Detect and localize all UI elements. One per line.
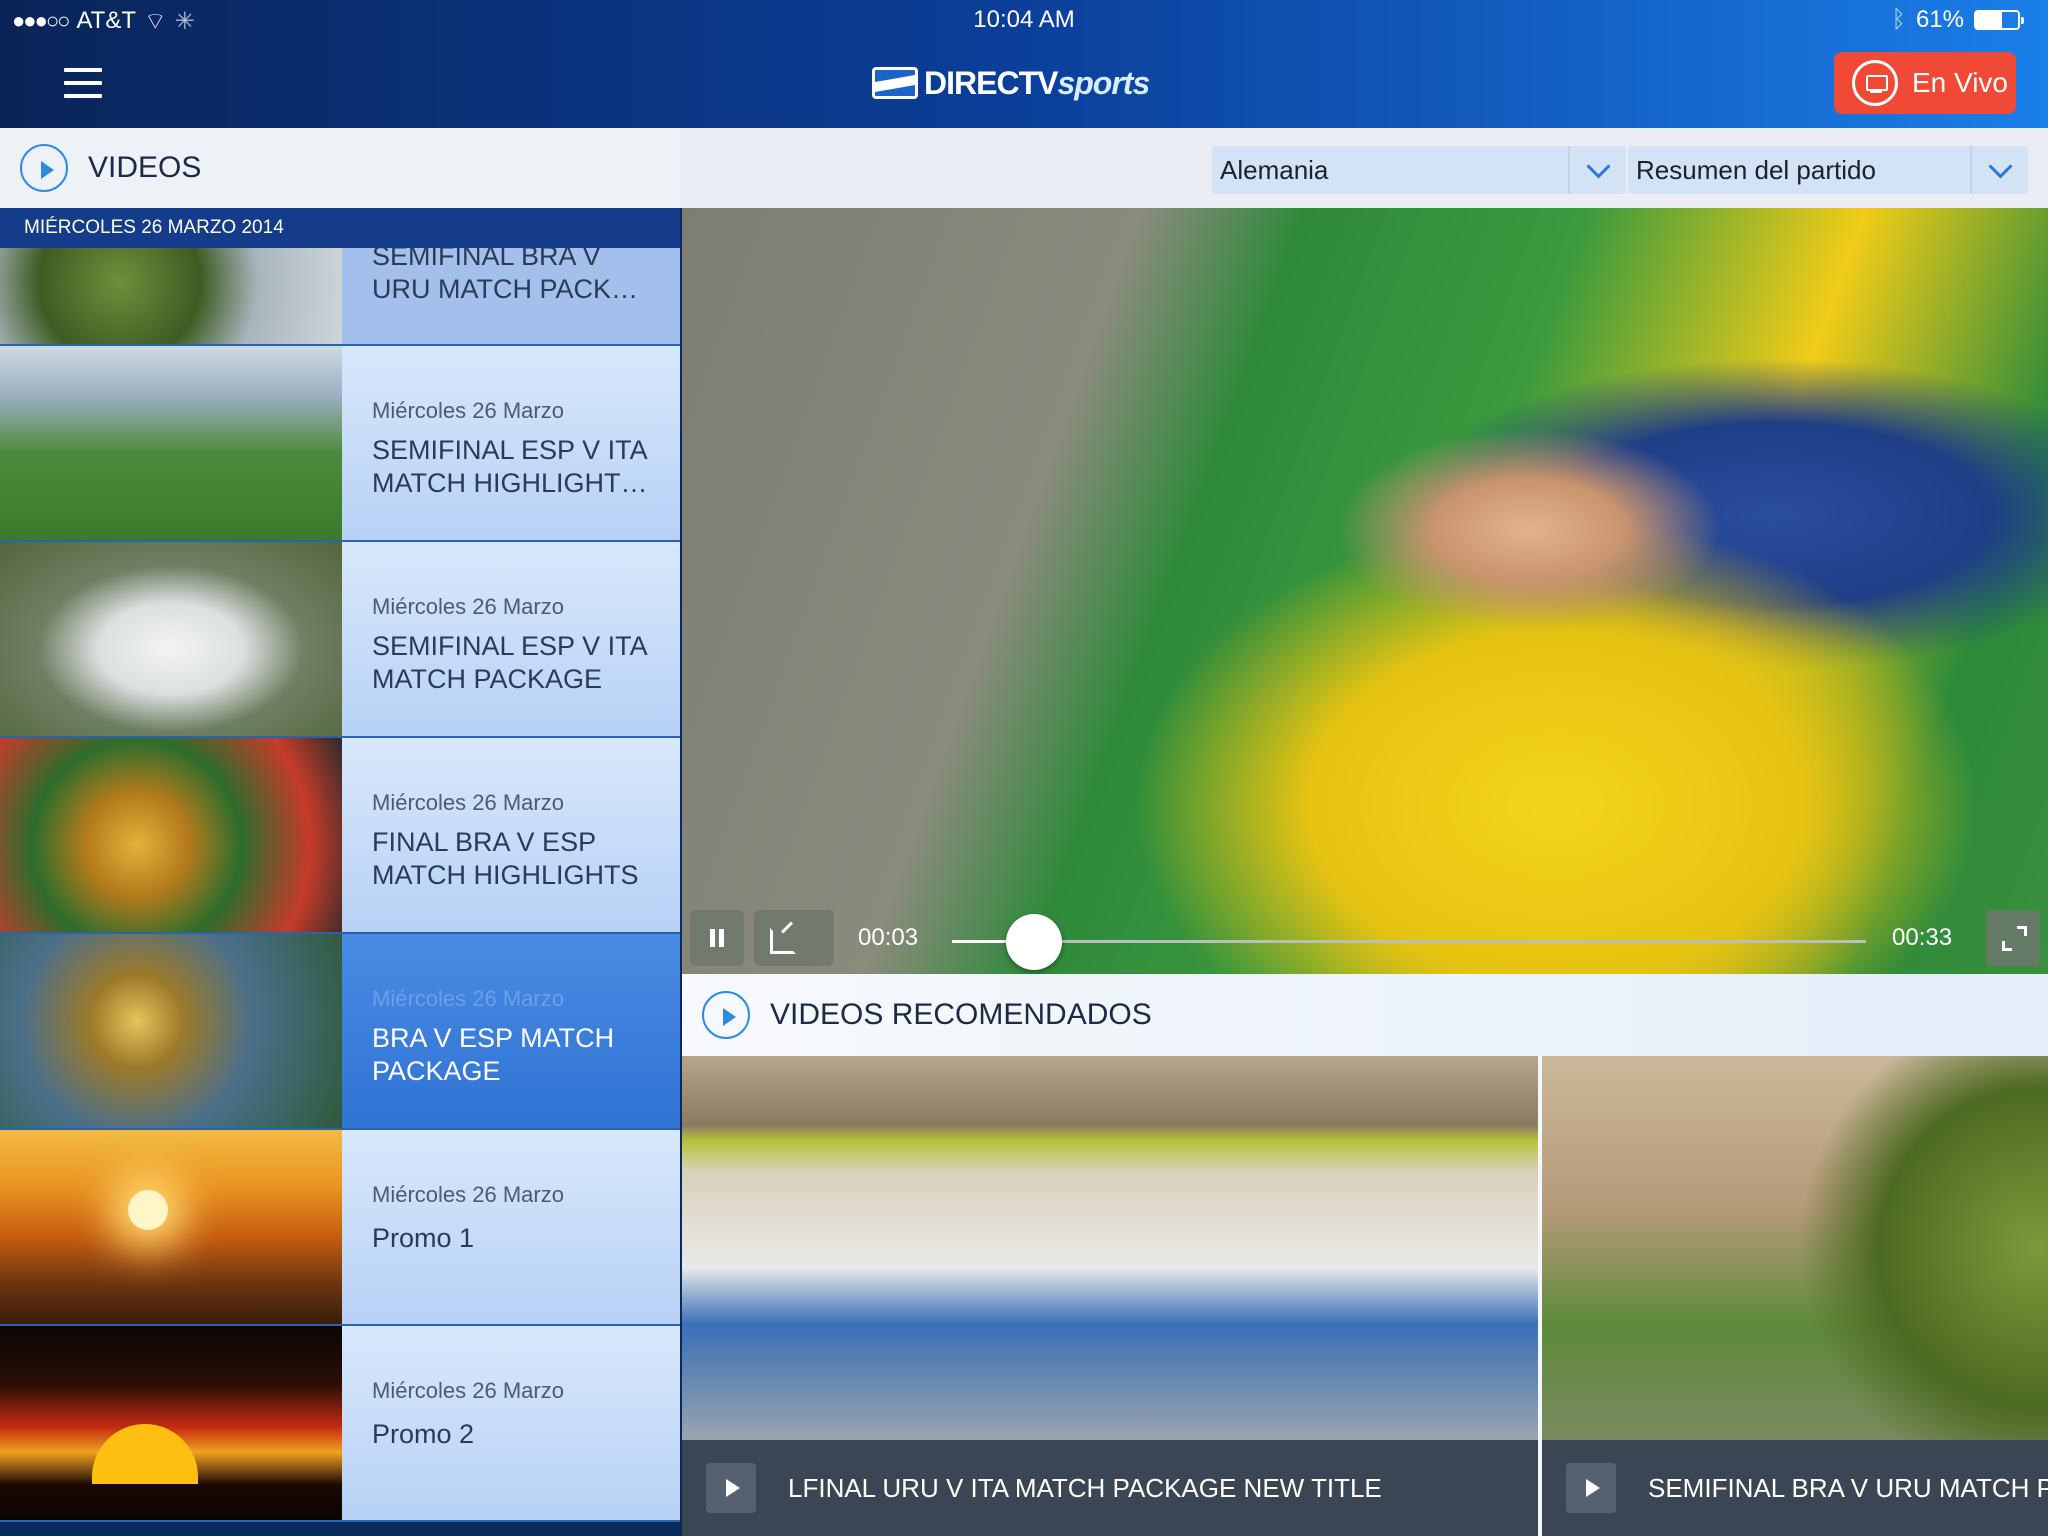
video-thumbnail bbox=[0, 542, 342, 736]
logo-text: DIRECTVsports bbox=[924, 64, 1150, 102]
play-circle-icon bbox=[20, 144, 68, 192]
bluetooth-icon: ᛒ bbox=[1891, 6, 1906, 33]
recommended-card[interactable]: LFINAL URU V ITA MATCH PACKAGE NEW TITLE bbox=[682, 1056, 1538, 1536]
sidebar-title: VIDEOS bbox=[88, 151, 202, 184]
list-item[interactable]: Miércoles 26 Marzo SEMIFINAL ESP V ITA M… bbox=[0, 346, 680, 542]
list-item-title: SEMIFINAL BRA V URU MATCH PACK… bbox=[372, 241, 639, 304]
tv-icon bbox=[1852, 60, 1898, 106]
chevron-down-icon bbox=[1970, 146, 2028, 194]
video-thumbnail bbox=[0, 934, 342, 1128]
live-button-label: En Vivo bbox=[1912, 67, 2008, 98]
video-thumbnail bbox=[0, 346, 342, 540]
recommended-header: VIDEOS RECOMENDADOS bbox=[682, 974, 2048, 1056]
current-time: 00:03 bbox=[858, 924, 919, 951]
team-select[interactable]: Alemania bbox=[1212, 146, 1626, 194]
video-thumbnail bbox=[0, 240, 342, 344]
list-item-info: Miércoles 26 Marzo BRA V ESP MATCH PACKA… bbox=[342, 934, 680, 1128]
list-item-info: SEMIFINAL BRA V URU MATCH PACK… bbox=[342, 240, 680, 344]
status-time: 10:04 AM bbox=[973, 6, 1075, 33]
list-item[interactable]: SEMIFINAL BRA V URU MATCH PACK… bbox=[0, 240, 680, 346]
battery-icon bbox=[1974, 10, 2024, 30]
player-controls: 00:03 00:33 bbox=[682, 904, 2048, 974]
list-item-title: BRA V ESP MATCH PACKAGE bbox=[372, 1023, 615, 1086]
seek-slider-handle[interactable] bbox=[1006, 914, 1063, 970]
card-title: SEMIFINAL BRA V URU MATCH PACKAGE bbox=[1648, 1472, 2048, 1503]
card-title: LFINAL URU V ITA MATCH PACKAGE NEW TITLE bbox=[788, 1472, 1382, 1503]
progress-track[interactable] bbox=[952, 940, 1866, 943]
directv-sports-logo: DIRECTVsports bbox=[872, 62, 1150, 104]
play-icon[interactable] bbox=[706, 1463, 756, 1513]
play-circle-icon bbox=[702, 991, 750, 1039]
video-type-select-value: Resumen del partido bbox=[1636, 154, 1876, 185]
logo-main: DIRECTV bbox=[924, 64, 1058, 101]
list-item-date: Miércoles 26 Marzo bbox=[372, 986, 564, 1011]
card-caption: SEMIFINAL BRA V URU MATCH PACKAGE bbox=[1542, 1440, 2048, 1536]
recommended-section: VIDEOS RECOMENDADOS LFINAL URU V ITA MAT… bbox=[682, 974, 2048, 1536]
hamburger-menu-icon[interactable] bbox=[64, 68, 102, 100]
date-header: MIÉRCOLES 26 MARZO 2014 bbox=[0, 208, 680, 248]
duration-time: 00:33 bbox=[1892, 924, 1953, 951]
list-item[interactable]: Miércoles 26 Marzo Promo 2 bbox=[0, 1326, 680, 1522]
fullscreen-button[interactable] bbox=[1986, 910, 2040, 966]
video-type-select[interactable]: Resumen del partido bbox=[1628, 146, 2028, 194]
battery-fill bbox=[1976, 12, 2002, 28]
video-thumbnail bbox=[0, 1130, 342, 1324]
list-item[interactable]: Miércoles 26 Marzo FINAL BRA V ESP MATCH… bbox=[0, 738, 680, 934]
list-item-info: Miércoles 26 Marzo Promo 2 bbox=[342, 1326, 680, 1520]
list-item-date: Miércoles 26 Marzo bbox=[372, 594, 564, 619]
list-item-title: Promo 2 bbox=[372, 1419, 475, 1449]
list-item-title: SEMIFINAL ESP V ITA MATCH HIGHLIGHT… bbox=[372, 435, 648, 498]
list-item-date: Miércoles 26 Marzo bbox=[372, 1182, 564, 1207]
list-item-title: FINAL BRA V ESP MATCH HIGHLIGHTS bbox=[372, 827, 639, 890]
list-item-date: Miércoles 26 Marzo bbox=[372, 1378, 564, 1403]
recommended-card[interactable]: SEMIFINAL BRA V URU MATCH PACKAGE bbox=[1542, 1056, 2048, 1536]
live-button[interactable]: En Vivo bbox=[1834, 52, 2016, 114]
team-select-value: Alemania bbox=[1220, 154, 1329, 185]
list-item-active[interactable]: Miércoles 26 Marzo BRA V ESP MATCH PACKA… bbox=[0, 934, 680, 1130]
video-sidebar: VIDEOS MIÉRCOLES 26 MARZO 2014 SEMIFINAL… bbox=[0, 128, 680, 1536]
list-item[interactable]: Miércoles 26 Marzo SEMIFINAL ESP V ITA M… bbox=[0, 542, 680, 738]
video-player[interactable]: 00:03 00:33 bbox=[682, 208, 2048, 974]
list-item-info: Miércoles 26 Marzo SEMIFINAL ESP V ITA M… bbox=[342, 346, 680, 540]
logo-sports: sports bbox=[1057, 64, 1150, 101]
video-thumbnail bbox=[1542, 1056, 2048, 1440]
video-thumbnail bbox=[0, 738, 342, 932]
video-list[interactable]: SEMIFINAL BRA V URU MATCH PACK… Miércole… bbox=[0, 240, 680, 1522]
list-item-date: Miércoles 26 Marzo bbox=[372, 790, 564, 815]
pause-button[interactable] bbox=[690, 910, 744, 966]
chevron-down-icon bbox=[1568, 146, 1626, 194]
list-item-date: Miércoles 26 Marzo bbox=[372, 398, 564, 423]
play-icon[interactable] bbox=[1566, 1463, 1616, 1513]
recommended-title: VIDEOS RECOMENDADOS bbox=[770, 998, 1152, 1031]
list-item-title: SEMIFINAL ESP V ITA MATCH PACKAGE bbox=[372, 631, 647, 694]
filter-bar: Alemania Resumen del partido bbox=[680, 128, 2048, 208]
recommended-carousel[interactable]: LFINAL URU V ITA MATCH PACKAGE NEW TITLE… bbox=[682, 1056, 2048, 1536]
list-item-info: Miércoles 26 Marzo FINAL BRA V ESP MATCH… bbox=[342, 738, 680, 932]
list-item-title: Promo 1 bbox=[372, 1223, 475, 1253]
list-item-info: Miércoles 26 Marzo SEMIFINAL ESP V ITA M… bbox=[342, 542, 680, 736]
list-item-info: Miércoles 26 Marzo Promo 1 bbox=[342, 1130, 680, 1324]
share-button[interactable] bbox=[754, 910, 834, 966]
battery-percentage: 61% bbox=[1915, 6, 1964, 33]
card-caption: LFINAL URU V ITA MATCH PACKAGE NEW TITLE bbox=[682, 1440, 1538, 1536]
list-item[interactable]: Miércoles 26 Marzo Promo 1 bbox=[0, 1130, 680, 1326]
sidebar-header: VIDEOS bbox=[0, 128, 680, 208]
directv-logo-mark-icon bbox=[872, 67, 918, 99]
status-bar: ●●●○○ AT&T ⌔ ✳ 10:04 AM ᛒ 61% bbox=[0, 0, 2048, 40]
video-thumbnail bbox=[682, 1056, 1538, 1440]
video-thumbnail bbox=[0, 1326, 342, 1520]
